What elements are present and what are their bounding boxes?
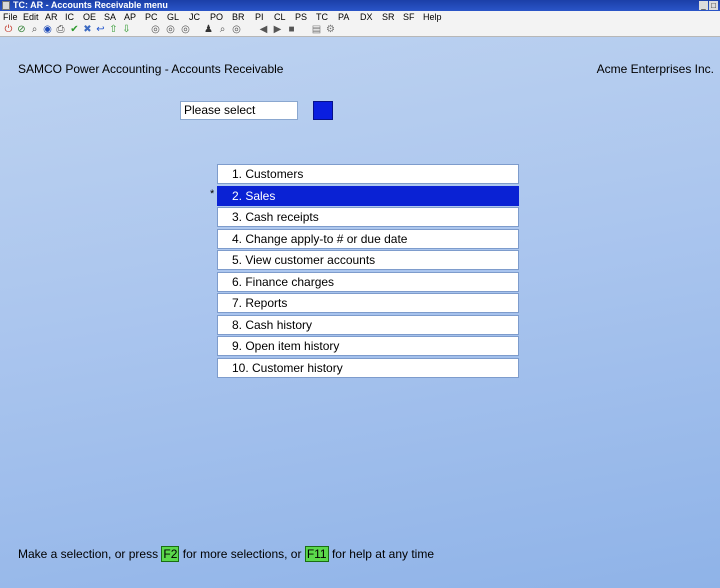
menu-pi[interactable]: PI xyxy=(255,11,264,23)
window-controls: _ □ xyxy=(699,1,718,10)
selection-input[interactable] xyxy=(313,101,333,120)
options-icon[interactable]: ⚙ xyxy=(325,23,336,36)
menu-item-cash-receipts[interactable]: 3. Cash receipts xyxy=(217,207,519,227)
menu-item-customers[interactable]: 1. Customers xyxy=(217,164,519,184)
status-text-2: for more selections, or xyxy=(179,547,305,561)
menu-pc[interactable]: PC xyxy=(145,11,158,23)
status-text-1: Make a selection, or press xyxy=(18,547,162,561)
zoom-icon[interactable]: ⌕ xyxy=(217,23,228,36)
menu-item-sales-label: 2. Sales xyxy=(232,188,276,203)
menu-help[interactable]: Help xyxy=(423,11,442,23)
prev-icon[interactable]: ◎ xyxy=(165,23,176,36)
toolbar: ⏻ ⊘ ⌕ ◉ ⎙ ✔ ✖ ↩ ⇧ ⇩ ◎ ◎ ◎ ♟ ⌕ ◎ ◀ ▶ ■ ▤ … xyxy=(0,23,720,37)
exit-icon[interactable]: ⏻ xyxy=(3,23,14,36)
menu-po[interactable]: PO xyxy=(210,11,223,23)
menu-jc[interactable]: JC xyxy=(189,11,200,23)
menu-item-customer-history[interactable]: 10. Customer history xyxy=(217,357,519,378)
menu-sf[interactable]: SF xyxy=(403,11,415,23)
record-icon[interactable]: ◎ xyxy=(231,23,242,36)
status-text-3: for help at any time xyxy=(328,547,434,561)
menu-item-open-item-history[interactable]: 9. Open item history xyxy=(217,336,519,356)
menu-ps[interactable]: PS xyxy=(295,11,307,23)
next-icon[interactable]: ◎ xyxy=(180,23,191,36)
please-select-label: Please select xyxy=(180,101,298,120)
calculator-icon[interactable]: ▤ xyxy=(311,23,322,36)
maximize-button[interactable]: □ xyxy=(709,1,718,10)
menu-gl[interactable]: GL xyxy=(167,11,179,23)
undo-icon[interactable]: ↩ xyxy=(95,23,106,36)
menu-item-view-customer-accounts[interactable]: 5. View customer accounts xyxy=(217,250,519,270)
minimize-button[interactable]: _ xyxy=(699,1,708,10)
menu-ap[interactable]: AP xyxy=(124,11,136,23)
menu-item-finance-charges[interactable]: 6. Finance charges xyxy=(217,271,519,292)
forward-icon[interactable]: ▶ xyxy=(272,23,283,36)
menu-oe[interactable]: OE xyxy=(83,11,96,23)
menu-item-change-apply-to[interactable]: 4. Change apply-to # or due date xyxy=(217,228,519,249)
company-name: Acme Enterprises Inc. xyxy=(596,62,714,76)
menu-item-cash-history[interactable]: 8. Cash history xyxy=(217,314,519,335)
down-icon[interactable]: ⇩ xyxy=(121,23,132,36)
menu-sa[interactable]: SA xyxy=(104,11,116,23)
menu-ar[interactable]: AR xyxy=(45,11,58,23)
menu-edit[interactable]: Edit xyxy=(23,11,39,23)
find-icon[interactable]: ⌕ xyxy=(29,23,40,36)
menu-ic[interactable]: IC xyxy=(65,11,74,23)
check-icon[interactable]: ✔ xyxy=(69,23,80,36)
menu-list: 1. Customers * 2. Sales 3. Cash receipts… xyxy=(210,164,519,379)
binoculars-icon[interactable]: ♟ xyxy=(203,23,214,36)
menu-dx[interactable]: DX xyxy=(360,11,373,23)
stop-icon[interactable]: ⊘ xyxy=(16,23,27,36)
menu-cl[interactable]: CL xyxy=(274,11,286,23)
menu-br[interactable]: BR xyxy=(232,11,245,23)
main-screen: SAMCO Power Accounting - Accounts Receiv… xyxy=(0,37,720,588)
window-title: TC: AR - Accounts Receivable menu xyxy=(13,0,168,10)
menu-tc[interactable]: TC xyxy=(316,11,328,23)
up-icon[interactable]: ⇧ xyxy=(108,23,119,36)
selection-marker: * xyxy=(210,187,215,200)
menu-bar: File Edit AR IC OE SA AP PC GL JC PO BR … xyxy=(0,11,720,23)
menu-file[interactable]: File xyxy=(3,11,18,23)
print-icon[interactable]: ⎙ xyxy=(55,23,66,36)
menu-pa[interactable]: PA xyxy=(338,11,349,23)
status-bar: Make a selection, or press F2 for more s… xyxy=(18,546,434,562)
window-title-bar: TC: AR - Accounts Receivable menu _ □ xyxy=(0,0,720,11)
menu-item-reports[interactable]: 7. Reports xyxy=(217,293,519,313)
delete-icon[interactable]: ✖ xyxy=(82,23,93,36)
back-icon[interactable]: ◀ xyxy=(258,23,269,36)
menu-item-sales[interactable]: * 2. Sales xyxy=(210,185,519,206)
menu-sr[interactable]: SR xyxy=(382,11,395,23)
last-icon[interactable]: ■ xyxy=(286,23,297,36)
app-title: SAMCO Power Accounting - Accounts Receiv… xyxy=(18,62,284,76)
f2-key-button[interactable]: F2 xyxy=(161,546,180,562)
f11-key-button[interactable]: F11 xyxy=(304,546,329,562)
first-icon[interactable]: ◎ xyxy=(150,23,161,36)
app-icon[interactable] xyxy=(2,1,10,10)
globe-icon[interactable]: ◉ xyxy=(42,23,53,36)
